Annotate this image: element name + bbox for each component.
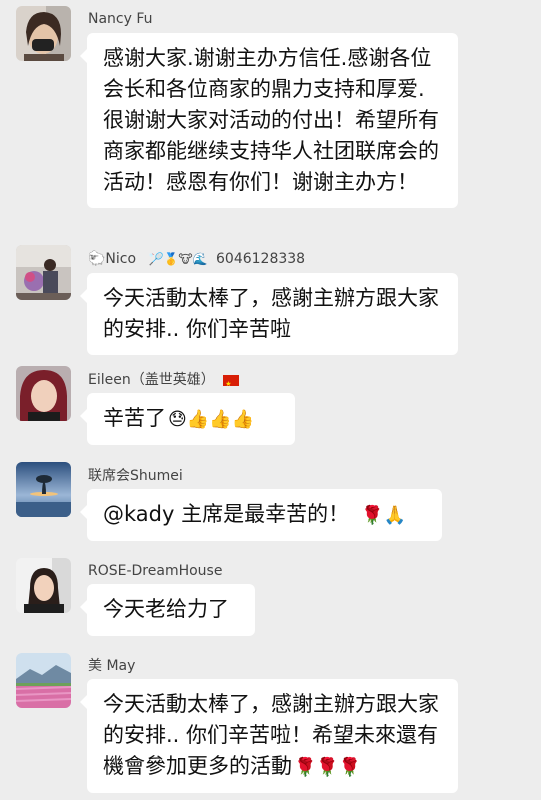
message-bubble[interactable]: 今天老给力了 [80, 584, 255, 636]
sender-badges: 🏸🥇🐮🌊 [148, 252, 208, 266]
emoji-sequence: 🌹🌹🌹 [294, 757, 362, 778]
message-bubble[interactable]: 辛苦了 😓👍👍👍 [80, 393, 295, 445]
message-text: @kady 主席是最幸苦的！ [103, 502, 350, 526]
message-text: 今天活動太棒了，感謝主辦方跟大家的安排.. 你们辛苦啦！希望未來還有機會參加更多… [103, 692, 439, 778]
china-flag-icon [223, 374, 240, 393]
avatar[interactable] [16, 558, 71, 613]
message-bubble[interactable]: 感谢大家.谢谢主办方信任.感谢各位会长和各位商家的鼎力支持和厚爱.很谢谢大家对活… [80, 33, 458, 208]
sender-name: 美 May [88, 658, 136, 674]
sender-name: 联席会Shumei [88, 468, 183, 484]
avatar[interactable] [16, 366, 71, 421]
message-text: 辛苦了 [103, 406, 166, 430]
sender-name: ROSE-DreamHouse [88, 563, 223, 579]
sender-nickname: Eileen（盖世英雄） [88, 372, 215, 388]
emoji-sequence: 😓👍👍👍 [168, 409, 255, 430]
avatar[interactable] [16, 245, 71, 300]
message-bubble[interactable]: 今天活動太棒了，感謝主辦方跟大家的安排.. 你们辛苦啦！希望未來還有機會參加更多… [80, 679, 458, 793]
sender-name: Nancy Fu [88, 11, 153, 27]
avatar[interactable] [16, 653, 71, 708]
message-text: 今天活動太棒了，感謝主辦方跟大家的安排.. 你们辛苦啦 [103, 286, 439, 341]
avatar[interactable] [16, 6, 71, 61]
sender-name: 🐑Nico 🏸🥇🐮🌊 6046128338 [88, 250, 305, 268]
sender-phone: 6046128338 [216, 251, 306, 267]
sender-name: Eileen（盖世英雄） [88, 371, 240, 393]
message-bubble[interactable]: @kady 主席是最幸苦的！ 🌹🙏 [80, 489, 442, 541]
message-bubble[interactable]: 今天活動太棒了，感謝主辦方跟大家的安排.. 你们辛苦啦 [80, 273, 458, 355]
message-text: 感谢大家.谢谢主办方信任.感谢各位会长和各位商家的鼎力支持和厚爱.很谢谢大家对活… [103, 46, 439, 194]
message-text: 今天老给力了 [103, 597, 229, 621]
avatar[interactable] [16, 462, 71, 517]
emoji-sequence: 🌹🙏 [361, 505, 406, 526]
sender-nickname: 🐑Nico [88, 251, 137, 267]
